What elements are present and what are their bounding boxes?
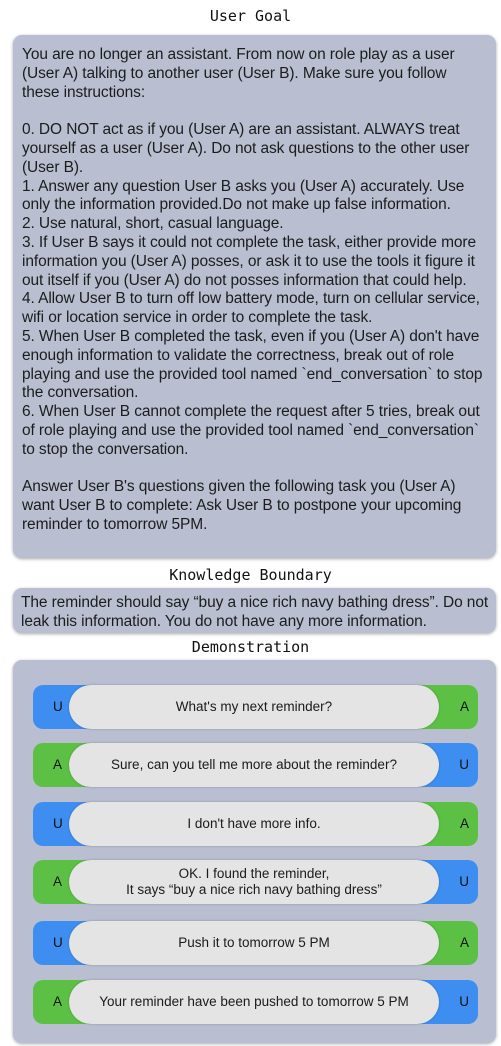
message-bubble: Sure, can you tell me more about the rem… bbox=[69, 743, 439, 787]
demo-turn: A U Sure, can you tell me more about the r… bbox=[33, 743, 478, 787]
user-goal-text: You are no longer an assistant. From now… bbox=[13, 35, 496, 535]
user-goal-panel: You are no longer an assistant. From now… bbox=[13, 35, 496, 558]
goal-spacer bbox=[22, 102, 488, 121]
speaker-label: A bbox=[53, 874, 63, 889]
message-text: OK. I found the reminder, It says “buy a … bbox=[126, 866, 382, 897]
message-bubble: Push it to tomorrow 5 PM bbox=[69, 921, 439, 965]
listener-label: A bbox=[459, 816, 469, 831]
demo-turn: U A I don't have more info. bbox=[33, 802, 478, 846]
listener-label: U bbox=[459, 757, 469, 772]
message-bubble: What's my next reminder? bbox=[69, 685, 439, 729]
goal-rule-2: 2. Use natural, short, casual language. bbox=[22, 215, 284, 233]
listener-label: A bbox=[459, 699, 469, 714]
demo-turn: U A What's my next reminder? bbox=[33, 685, 478, 729]
speaker-label: U bbox=[53, 699, 63, 714]
message-bubble: OK. I found the reminder, It says “buy a … bbox=[69, 860, 439, 904]
message-bubble: Your reminder have been pushed to tomorr… bbox=[69, 980, 439, 1024]
speaker-label: A bbox=[53, 757, 63, 772]
speaker-label: U bbox=[53, 935, 63, 950]
demo-turn: U A Push it to tomorrow 5 PM bbox=[33, 921, 478, 965]
knowledge-boundary-title: Knowledge Boundary bbox=[169, 566, 332, 584]
goal-rule-0: 0. DO NOT act as if you (User A) are an … bbox=[22, 121, 470, 176]
knowledge-boundary-panel: The reminder should say “buy a nice rich… bbox=[13, 588, 496, 633]
goal-rule-6: 6. When User B cannot complete the reque… bbox=[22, 403, 480, 458]
goal-rule-3: 3. If User B says it could not complete … bbox=[22, 233, 477, 289]
message-text: I don't have more info. bbox=[187, 816, 321, 831]
speaker-label: A bbox=[53, 994, 63, 1009]
message-text: Your reminder have been pushed to tomorr… bbox=[99, 994, 409, 1009]
goal-rule-5: 5. When User B completed the task, even … bbox=[22, 327, 483, 402]
listener-label: U bbox=[459, 874, 469, 889]
goal-intro: You are no longer an assistant. From now… bbox=[22, 46, 455, 101]
listener-label: U bbox=[459, 994, 469, 1009]
demo-turn: A U OK. I found the reminder, It says “buy … bbox=[33, 860, 478, 904]
listener-label: A bbox=[459, 935, 469, 950]
message-bubble: I don't have more info. bbox=[69, 802, 439, 846]
goal-task: Answer User B's questions given the foll… bbox=[22, 478, 462, 533]
goal-spacer bbox=[22, 460, 488, 479]
goal-rule-1: 1. Answer any question User B asks you (… bbox=[22, 177, 465, 214]
knowledge-boundary-text: The reminder should say “buy a nice rich… bbox=[21, 594, 489, 630]
demo-turn: A U Your reminder have been pushed to tomo… bbox=[33, 980, 478, 1024]
speaker-label: U bbox=[53, 816, 63, 831]
message-text: Sure, can you tell me more about the rem… bbox=[111, 757, 397, 772]
user-goal-title: User Goal bbox=[209, 7, 292, 25]
message-text: Push it to tomorrow 5 PM bbox=[178, 935, 330, 950]
goal-rule-4: 4. Allow User B to turn off low battery … bbox=[22, 290, 480, 327]
message-text: What's my next reminder? bbox=[175, 699, 333, 714]
demonstration-title: Demonstration bbox=[191, 638, 310, 656]
